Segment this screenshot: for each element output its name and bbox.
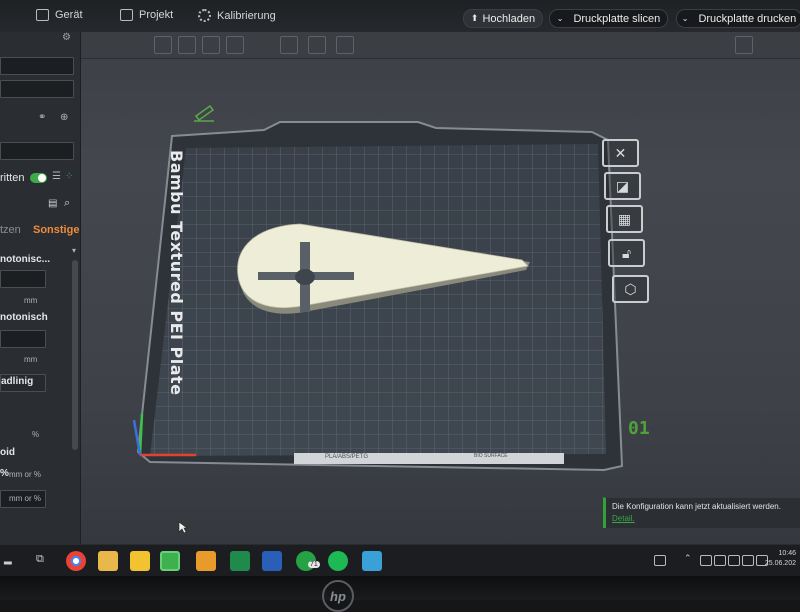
clock[interactable]: 10:46 25.06.202: [765, 549, 796, 569]
plate-index: 01: [628, 418, 650, 439]
plate-name-wrapper: Bambu Textured PEI Plate: [166, 150, 206, 396]
sticky-notes-icon[interactable]: [130, 551, 150, 571]
word-icon[interactable]: [262, 551, 282, 571]
app-icon[interactable]: [196, 551, 216, 571]
mouse-cursor: [178, 521, 188, 534]
hp-logo: hp: [322, 580, 354, 612]
clock-date: 25.06.202: [764, 560, 796, 567]
3d-viewport[interactable]: [0, 0, 800, 576]
volume-icon[interactable]: [742, 555, 754, 566]
excel-icon[interactable]: [230, 551, 250, 571]
arrange-icon[interactable]: ▦: [606, 205, 643, 233]
auto-orient-icon[interactable]: ◪: [604, 172, 641, 200]
network-icon[interactable]: [728, 555, 740, 566]
cloud-icon[interactable]: [714, 555, 726, 566]
photos-icon[interactable]: [362, 551, 382, 571]
usb-icon[interactable]: [700, 555, 712, 566]
screen: Gerät Projekt Kalibrierung ⬆ Hochladen ⌄…: [0, 0, 800, 576]
object-hole: [295, 269, 315, 285]
bambu-studio-icon[interactable]: [160, 551, 180, 571]
plate-name: Bambu Textured PEI Plate: [167, 150, 186, 396]
plate-material-label: PLA/ABS/PETG: [325, 454, 369, 460]
windows-start-icon[interactable]: ▂: [4, 554, 12, 565]
clock-time: 10:46: [778, 550, 796, 557]
plate-surface-label: BIO SURFACE: [474, 453, 508, 459]
lock-icon[interactable]: 🔓︎: [608, 239, 645, 267]
chevron-up-icon[interactable]: ⌃: [684, 553, 692, 564]
edit-icon[interactable]: [194, 104, 215, 122]
keyboard-icon[interactable]: [654, 555, 666, 566]
whatsapp-badge: 71: [308, 561, 320, 568]
notification-toast: Die Konfiguration kann jetzt aktualisier…: [603, 497, 800, 528]
notification-detail-link[interactable]: Detail.: [612, 514, 635, 523]
spotify-icon[interactable]: [328, 551, 348, 571]
taskbar: ▂ ⧉ 71 ⌃ 10:46 25.06.202: [0, 544, 800, 576]
plate-settings-icon[interactable]: ⬡: [612, 275, 649, 303]
task-view-icon[interactable]: ⧉: [36, 553, 44, 566]
notification-message: Die Konfiguration kann jetzt aktualisier…: [612, 502, 781, 511]
file-explorer-icon[interactable]: [98, 551, 118, 571]
monitor-bezel: [0, 576, 800, 600]
close-icon[interactable]: ✕: [602, 139, 639, 167]
chrome-icon[interactable]: [66, 551, 86, 571]
